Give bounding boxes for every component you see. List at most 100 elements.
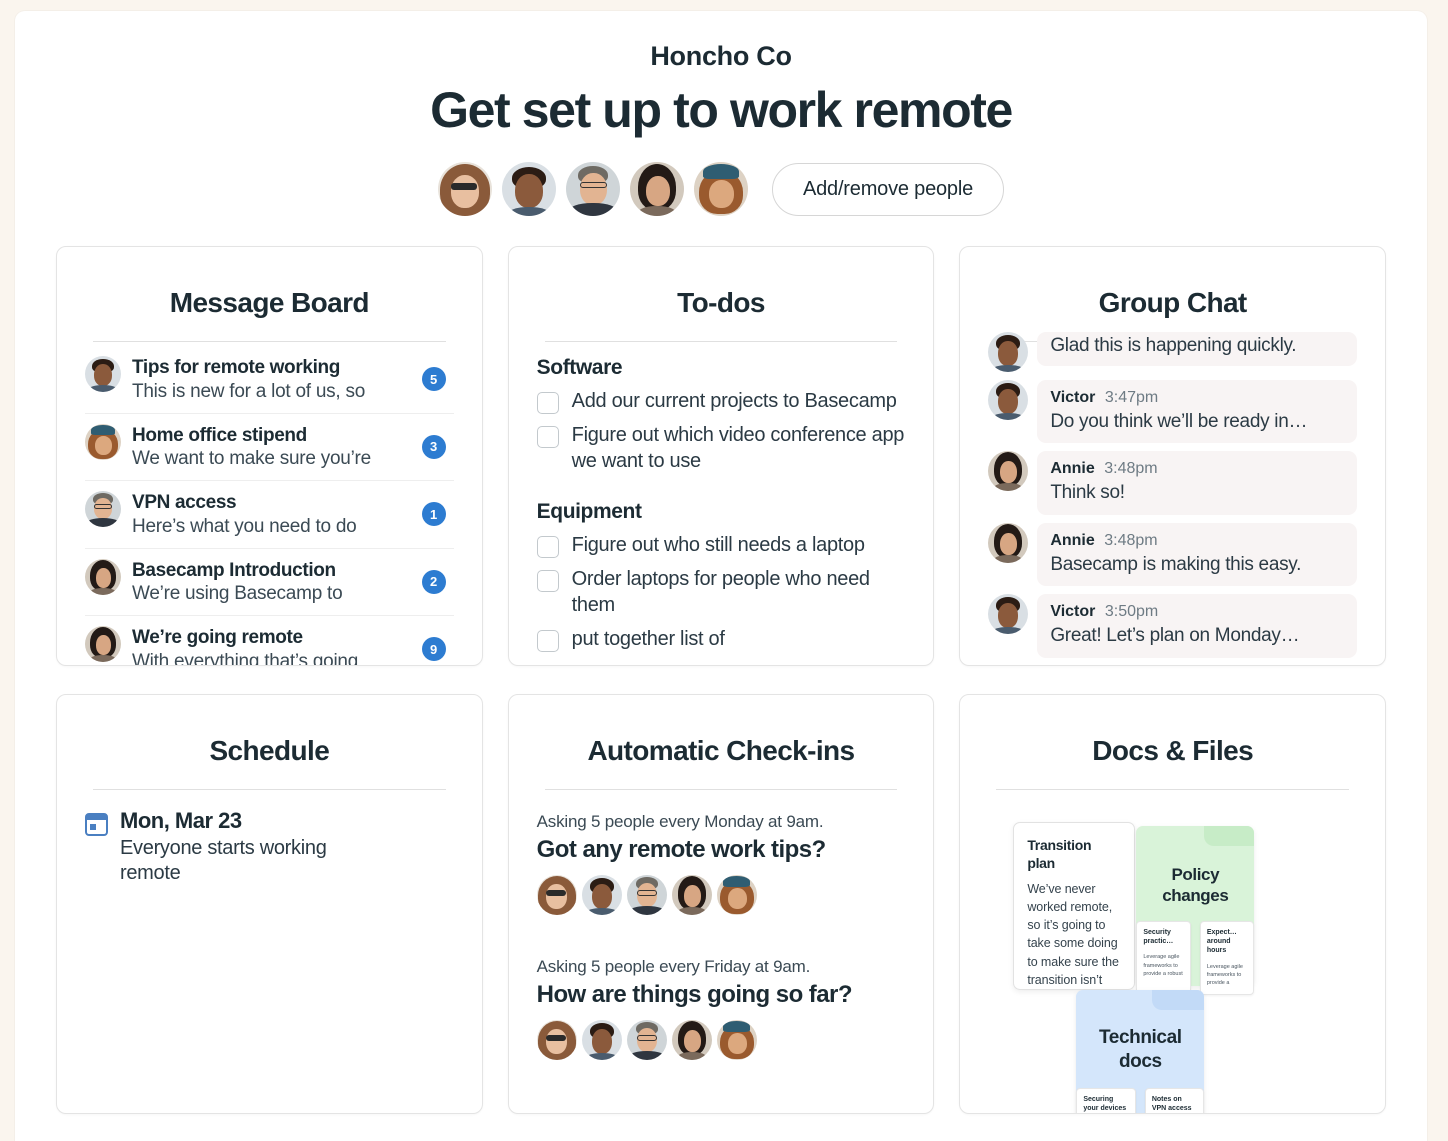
chat-timestamp: 3:48pm — [1104, 460, 1158, 478]
chat-text: Great! Let’s plan on Monday… — [1050, 625, 1300, 647]
comment-count-badge: 5 — [421, 367, 446, 392]
message-excerpt: Here’s what you need to do — [132, 515, 357, 537]
add-remove-people-button[interactable]: Add/remove people — [771, 162, 1005, 216]
chat-bubble: Glad this is happening quickly. — [1037, 332, 1357, 366]
avatar — [85, 558, 121, 595]
docs-stage: Transition plan We’ve never worked remot… — [988, 806, 1357, 1113]
mini-file-card[interactable]: Securing your devices Leverage — [1076, 1087, 1136, 1113]
todo-label: put together list of — [571, 628, 725, 650]
list-item[interactable]: We’re going remote With everything that’… — [85, 616, 454, 666]
chat-bubble: Victor 3:50pm Great! Let’s plan on Monda… — [1037, 594, 1357, 658]
chat-bubble: Annie 3:48pm Think so! — [1037, 451, 1357, 515]
mini-file-card[interactable]: Expect… around hours Leverage agile fram… — [1199, 920, 1255, 995]
checkin-schedule: Asking 5 people every Friday at 9am. — [536, 957, 811, 976]
todo-item[interactable]: put together list of — [536, 622, 906, 656]
folder-tab — [1204, 826, 1255, 846]
avatar — [536, 875, 577, 915]
chat-bubble: Victor 3:47pm Do you think we’ll be read… — [1037, 380, 1357, 444]
divider — [544, 789, 898, 790]
card-docs-files: Docs & Files Transition plan We’ve never… — [959, 694, 1386, 1114]
todo-item[interactable]: Figure out which video conference app we… — [536, 418, 906, 478]
avatar[interactable] — [501, 162, 556, 216]
chat-message[interactable]: Annie 3:48pm Think so! — [988, 451, 1357, 515]
todo-group-title: Equipment — [536, 500, 642, 523]
chat-text: Think so! — [1050, 482, 1125, 504]
card-schedule: Schedule Mon, Mar 23 Everyone starts wor… — [56, 694, 483, 1114]
todo-item[interactable]: Add our current projects to Basecamp — [536, 384, 906, 418]
avatar — [716, 875, 757, 915]
chat-meta: Victor 3:47pm — [1050, 388, 1344, 409]
avatar[interactable] — [437, 162, 492, 216]
folder-technical-docs[interactable]: Technical docs Securing your devices Lev… — [1076, 990, 1205, 1113]
chat-message[interactable]: Victor 3:47pm Do you think we’ll be read… — [988, 380, 1357, 444]
avatar[interactable] — [629, 162, 684, 216]
list-item[interactable]: Home office stipend We want to make sure… — [85, 414, 454, 481]
comment-count-badge: 9 — [421, 637, 446, 662]
chat-text: Glad this is happening quickly. — [1050, 335, 1297, 356]
avatar[interactable] — [565, 162, 620, 216]
todo-item[interactable]: Figure out who still needs a laptop — [536, 528, 906, 562]
mini-file-card[interactable]: Security practic… Leverage agile framewo… — [1136, 920, 1191, 995]
avatar — [988, 332, 1029, 372]
todo-item[interactable]: Order laptops for people who need them — [536, 562, 906, 622]
checkin-block[interactable]: Asking 5 people every Friday at 9am. How… — [536, 957, 906, 1060]
card-title: Group Chat — [1098, 287, 1248, 318]
chat-author: Annie — [1050, 531, 1095, 549]
checkbox[interactable] — [536, 392, 559, 414]
event-description: Everyone starts working remote — [120, 837, 327, 885]
cards-grid: Message Board Tips for remote working Th… — [56, 246, 1386, 1114]
avatar — [581, 875, 622, 915]
avatar — [85, 491, 121, 527]
divider — [996, 789, 1349, 790]
card-message-board: Message Board Tips for remote working Th… — [56, 246, 483, 666]
calendar-icon — [85, 813, 108, 836]
chat-timestamp: 3:50pm — [1104, 603, 1159, 621]
folder-title: Policy changes — [1162, 865, 1229, 906]
message-excerpt: We’re using Basecamp to — [132, 583, 343, 605]
mini-file-title: Notes on VPN access — [1151, 1095, 1192, 1112]
chat-message[interactable]: Glad this is happening quickly. — [988, 332, 1357, 372]
chat-text: Basecamp is making this easy. — [1050, 553, 1302, 575]
mini-file-card[interactable]: Notes on VPN access Leverage — [1144, 1087, 1205, 1113]
todo-label: Order laptops for people who need them — [571, 568, 870, 616]
schedule-event-text: Mon, Mar 23 Everyone starts working remo… — [120, 808, 370, 886]
chat-timestamp: 3:47pm — [1104, 389, 1159, 406]
divider — [544, 341, 898, 342]
page-title: Get set up to work remote — [430, 82, 1013, 138]
checkin-block[interactable]: Asking 5 people every Monday at 9am. Got… — [536, 812, 906, 915]
avatar[interactable] — [693, 162, 748, 216]
checkbox[interactable] — [536, 426, 559, 448]
avatar — [85, 356, 121, 392]
card-title: Docs & Files — [1092, 735, 1254, 766]
list-item[interactable]: Tips for remote working This is new for … — [85, 346, 454, 414]
checkin-question: Got any remote work tips? — [536, 836, 827, 863]
folder-policy-changes[interactable]: Policy changes Security practic… Leverag… — [1136, 826, 1255, 995]
checkbox[interactable] — [536, 570, 559, 592]
checkbox[interactable] — [536, 536, 559, 558]
checkbox[interactable] — [536, 630, 559, 652]
list-item[interactable]: Basecamp Introduction We’re using Baseca… — [85, 549, 454, 616]
avatar — [626, 1020, 667, 1060]
chat-author: Victor — [1050, 389, 1096, 406]
message-title: Home office stipend — [132, 424, 307, 446]
list-item[interactable]: VPN access Here’s what you need to do 1 — [85, 481, 454, 549]
doc-card-transition-plan[interactable]: Transition plan We’ve never worked remot… — [1013, 822, 1136, 990]
folder-tab — [1152, 990, 1205, 1010]
page-header: Honcho Co Get set up to work remote Add/… — [15, 11, 1427, 216]
chat-message[interactable]: Annie 3:48pm Basecamp is making this eas… — [988, 522, 1357, 587]
avatar — [988, 594, 1029, 635]
chat-message[interactable]: Victor 3:50pm Great! Let’s plan on Monda… — [988, 594, 1357, 658]
schedule-event[interactable]: Mon, Mar 23 Everyone starts working remo… — [85, 808, 454, 886]
card-title: To-dos — [677, 287, 765, 318]
message-text: We’re going remote With everything that’… — [132, 626, 454, 666]
chat-text: Do you think we’ll be ready in… — [1050, 410, 1308, 432]
chat-timestamp: 3:48pm — [1104, 531, 1158, 549]
message-excerpt: With everything that’s going — [132, 650, 359, 666]
checkin-question: How are things going so far? — [536, 981, 853, 1008]
checkin-participants — [536, 1020, 906, 1060]
avatar — [85, 423, 121, 460]
chat-author: Annie — [1050, 460, 1095, 478]
chat-meta: Annie 3:48pm — [1050, 531, 1344, 552]
checkin-schedule: Asking 5 people every Monday at 9am. — [536, 812, 824, 831]
chat-meta: Victor 3:50pm — [1050, 602, 1344, 623]
